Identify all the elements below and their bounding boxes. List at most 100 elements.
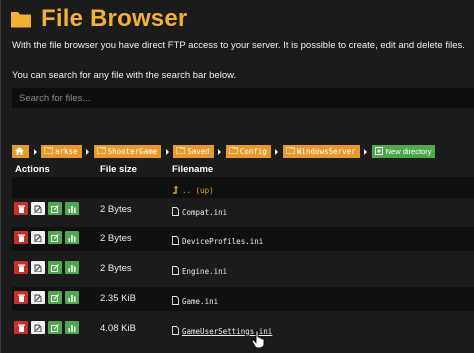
- rename-icon: [51, 259, 59, 277]
- page-title: File Browser: [41, 5, 188, 32]
- folder-icon: [96, 146, 108, 156]
- breadcrumb-label: Saved: [187, 147, 210, 156]
- download-button[interactable]: [65, 291, 79, 304]
- table-row: 2 Bytes Compat.ini: [12, 198, 474, 222]
- breadcrumb-label: WindowsServer: [296, 147, 356, 156]
- edit-file-button[interactable]: [31, 291, 45, 304]
- breadcrumb: arkse ShooterGame Saved Config WindowsSe…: [12, 145, 436, 158]
- file-size: 2 Bytes: [100, 233, 132, 244]
- level-up-icon: [172, 181, 179, 199]
- file-link[interactable]: Compat.ini: [172, 203, 227, 221]
- parent-directory-link[interactable]: .. (up): [172, 181, 214, 199]
- download-icon: [68, 319, 76, 337]
- hand-pointer-cursor-icon: [251, 330, 266, 353]
- folder-icon: [285, 146, 297, 156]
- intro-text: With the file browser you have direct FT…: [12, 40, 465, 51]
- edit-file-icon: [34, 200, 42, 218]
- breadcrumb-separator: [214, 148, 226, 155]
- add-folder-icon: [374, 146, 386, 157]
- breadcrumb-item-saved[interactable]: Saved: [173, 145, 214, 158]
- row-actions: [14, 321, 82, 334]
- rename-button[interactable]: [48, 321, 62, 334]
- file-icon: [172, 262, 179, 280]
- download-icon: [68, 289, 76, 307]
- rename-icon: [51, 200, 59, 218]
- folder-icon: [228, 146, 240, 156]
- delete-button[interactable]: [14, 261, 28, 274]
- breadcrumb-label: arkse: [55, 147, 78, 156]
- file-size: 4.08 KiB: [100, 323, 136, 334]
- rename-button[interactable]: [48, 261, 62, 274]
- breadcrumb-item-arkse[interactable]: arkse: [41, 145, 82, 158]
- download-icon: [68, 259, 76, 277]
- rename-icon: [51, 319, 59, 337]
- trash-icon: [17, 229, 25, 247]
- row-actions: [14, 202, 82, 215]
- parent-directory-label: .. (up): [182, 185, 214, 195]
- table-row-up: .. (up): [12, 177, 474, 198]
- breadcrumb-separator: [82, 148, 94, 155]
- search-hint: You can search for any file with the sea…: [12, 70, 237, 81]
- rename-icon: [51, 289, 59, 307]
- trash-icon: [17, 259, 25, 277]
- edit-file-button[interactable]: [31, 321, 45, 334]
- breadcrumb-label: Config: [239, 147, 267, 156]
- breadcrumb-item-shootergame[interactable]: ShooterGame: [93, 145, 162, 158]
- trash-icon: [17, 289, 25, 307]
- file-link[interactable]: DeviceProfiles.ini: [172, 232, 263, 250]
- table-row: 4.08 KiB GameUserSettings.ini: [12, 317, 474, 341]
- folder-icon: [175, 146, 187, 156]
- rename-button[interactable]: [48, 231, 62, 244]
- download-button[interactable]: [65, 202, 79, 215]
- download-button[interactable]: [65, 231, 79, 244]
- rename-button[interactable]: [48, 291, 62, 304]
- breadcrumb-separator: [360, 148, 372, 155]
- column-actions: Actions: [15, 164, 50, 175]
- table-header: Actions File size Filename: [12, 161, 474, 177]
- rename-icon: [51, 229, 59, 247]
- delete-button[interactable]: [14, 202, 28, 215]
- breadcrumb-label: ShooterGame: [107, 147, 158, 156]
- breadcrumb-item-config[interactable]: Config: [225, 145, 271, 158]
- column-file-size: File size: [100, 164, 137, 175]
- folder-icon: [10, 9, 33, 29]
- table-row: 2 Bytes DeviceProfiles.ini: [12, 227, 474, 251]
- edit-file-icon: [34, 259, 42, 277]
- breadcrumb-separator: [271, 148, 283, 155]
- download-icon: [68, 229, 76, 247]
- download-icon: [68, 200, 76, 218]
- search-input[interactable]: [12, 88, 474, 108]
- edit-file-button[interactable]: [31, 202, 45, 215]
- file-name: Compat.ini: [182, 207, 228, 217]
- delete-button[interactable]: [14, 321, 28, 334]
- edit-file-icon: [34, 229, 42, 247]
- breadcrumb-home[interactable]: [12, 145, 29, 158]
- file-size: 2.35 KiB: [100, 293, 136, 304]
- folder-icon: [43, 146, 55, 156]
- row-actions: [14, 261, 82, 274]
- delete-button[interactable]: [14, 231, 28, 244]
- edit-file-button[interactable]: [31, 231, 45, 244]
- file-link[interactable]: Engine.ini: [172, 262, 227, 280]
- file-name: Engine.ini: [182, 266, 228, 276]
- file-icon: [172, 203, 179, 221]
- file-link[interactable]: Game.ini: [172, 292, 218, 310]
- edit-file-button[interactable]: [31, 261, 45, 274]
- file-name: Game.ini: [182, 296, 219, 306]
- delete-button[interactable]: [14, 291, 28, 304]
- page-header: File Browser: [10, 5, 188, 32]
- file-icon: [172, 322, 179, 340]
- file-name: DeviceProfiles.ini: [182, 236, 264, 246]
- home-icon: [15, 146, 26, 157]
- breadcrumb-item-windowsserver[interactable]: WindowsServer: [282, 145, 360, 158]
- rename-button[interactable]: [48, 202, 62, 215]
- file-size: 2 Bytes: [100, 263, 132, 274]
- file-size: 2 Bytes: [100, 204, 132, 215]
- row-actions: [14, 231, 82, 244]
- download-button[interactable]: [65, 321, 79, 334]
- table-row: 2.35 KiB Game.ini: [12, 287, 474, 311]
- new-directory-button[interactable]: New directory: [371, 145, 436, 158]
- breadcrumb-separator: [29, 148, 41, 155]
- download-button[interactable]: [65, 261, 79, 274]
- edit-file-icon: [34, 289, 42, 307]
